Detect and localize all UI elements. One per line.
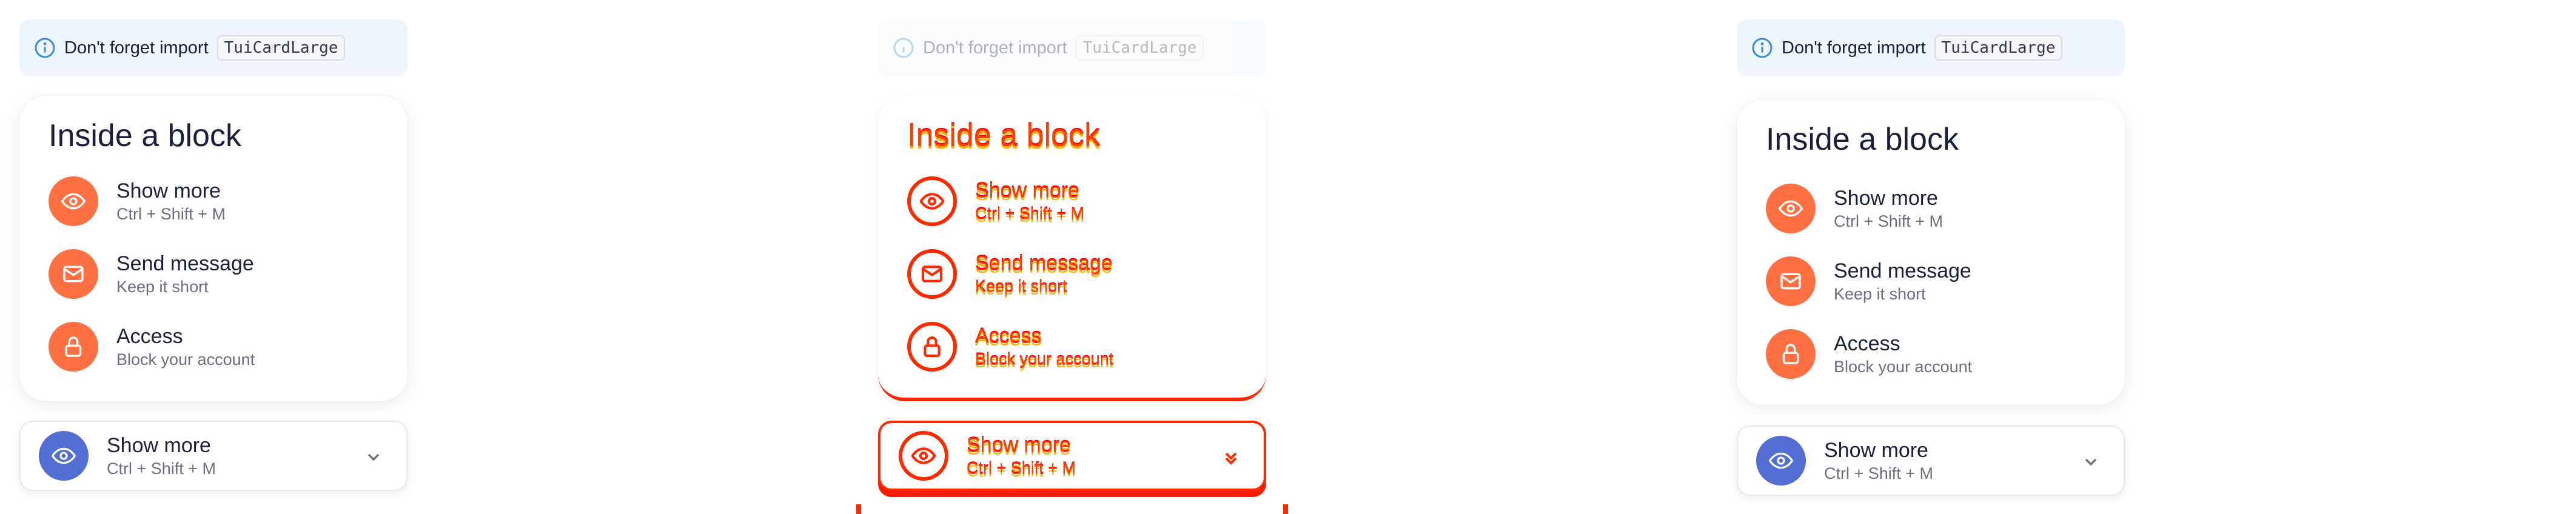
list-item-show-more[interactable]: Show more Ctrl + Shift + M [1766,181,1943,236]
eye-icon [49,176,98,226]
code-chip: TuiCardLarge [216,35,346,61]
panel-left: Don't forget import TuiCardLarge Inside … [19,0,408,514]
card-large: Inside a block Show more Ctrl + Shift + … [19,96,408,401]
item-subtitle: Block your account [116,350,255,369]
list-item-access[interactable]: Access Block your account [907,319,1113,375]
dropdown-title: Show more [107,434,211,457]
list-item-show-more[interactable]: Show more Ctrl + Shift + M [49,173,226,229]
notice-text: Don't forget import [923,38,1067,58]
item-title: Send message [1834,259,1971,282]
list-item-send-message[interactable]: Send message Keep it short [1766,253,1971,309]
show-more-dropdown[interactable]: Show more Ctrl + Shift + M [19,421,408,491]
eye-icon [907,176,957,226]
panel-middle: Don't forget import TuiCardLarge Inside … [856,0,1288,514]
mail-icon [49,249,98,299]
list-item-access[interactable]: Access Block your account [1766,326,1972,382]
item-subtitle: Keep it short [1834,285,1926,303]
item-title: Show more [975,179,1079,202]
notice-text: Don't forget import [64,38,209,58]
import-notice: Don't forget import TuiCardLarge [878,19,1266,76]
card-title: Inside a block [907,118,1100,153]
item-subtitle: Ctrl + Shift + M [975,205,1085,223]
item-subtitle: Keep it short [975,278,1067,296]
chevron-down-icon[interactable] [2081,452,2101,472]
eye-icon [1766,184,1816,233]
notice-text: Don't forget import [1782,38,1926,58]
import-notice: Don't forget import TuiCardLarge [1737,19,2125,76]
show-more-dropdown[interactable]: Show more Ctrl + Shift + M [878,421,1266,491]
item-title: Show more [1834,187,1938,210]
item-subtitle: Block your account [1834,358,1973,376]
chevron-down-icon[interactable] [1221,449,1241,468]
item-title: Send message [975,252,1113,275]
import-notice: Don't forget import TuiCardLarge [19,19,408,76]
item-subtitle: Ctrl + Shift + M [1834,212,1944,230]
item-title: Access [116,325,183,348]
eye-icon [899,431,948,481]
code-chip: TuiCardLarge [1934,35,2063,61]
info-icon [1751,37,1773,59]
overlay-marker [856,504,861,514]
item-subtitle: Ctrl + Shift + M [116,205,226,223]
card-large: Inside a block Show more Ctrl + Shift + … [1737,99,2125,405]
chevron-down-icon[interactable] [364,447,383,467]
dropdown-title: Show more [967,434,1071,457]
list-item-send-message[interactable]: Send message Keep it short [907,246,1113,302]
dropdown-subtitle: Ctrl + Shift + M [107,459,216,478]
eye-icon [1756,436,1806,486]
mail-icon [907,249,957,299]
card-large: Inside a block Show more Ctrl + Shift + … [878,96,1266,401]
show-more-dropdown[interactable]: Show more Ctrl + Shift + M [1737,426,2125,496]
dropdown-subtitle: Ctrl + Shift + M [967,459,1076,478]
item-title: Send message [116,252,254,275]
dropdown-subtitle: Ctrl + Shift + M [1824,464,1934,482]
item-subtitle: Keep it short [116,278,209,296]
lock-icon [907,322,957,372]
eye-icon [39,431,89,481]
overlay-marker [1283,504,1288,514]
item-subtitle: Block your account [975,350,1114,369]
code-chip: TuiCardLarge [1075,35,1204,61]
item-title: Access [975,325,1042,348]
list-item-access[interactable]: Access Block your account [49,319,255,375]
info-icon [893,37,914,59]
panel-right: Don't forget import TuiCardLarge Inside … [1737,0,2125,514]
item-title: Access [1834,332,1900,355]
info-icon [34,37,56,59]
lock-icon [49,322,98,372]
mail-icon [1766,256,1816,306]
item-title: Show more [116,179,221,202]
card-title: Inside a block [49,118,241,153]
list-item-show-more[interactable]: Show more Ctrl + Shift + M [907,173,1084,229]
lock-icon [1766,329,1816,379]
card-title: Inside a block [1766,122,1959,157]
list-item-send-message[interactable]: Send message Keep it short [49,246,254,302]
dropdown-title: Show more [1824,439,1928,462]
